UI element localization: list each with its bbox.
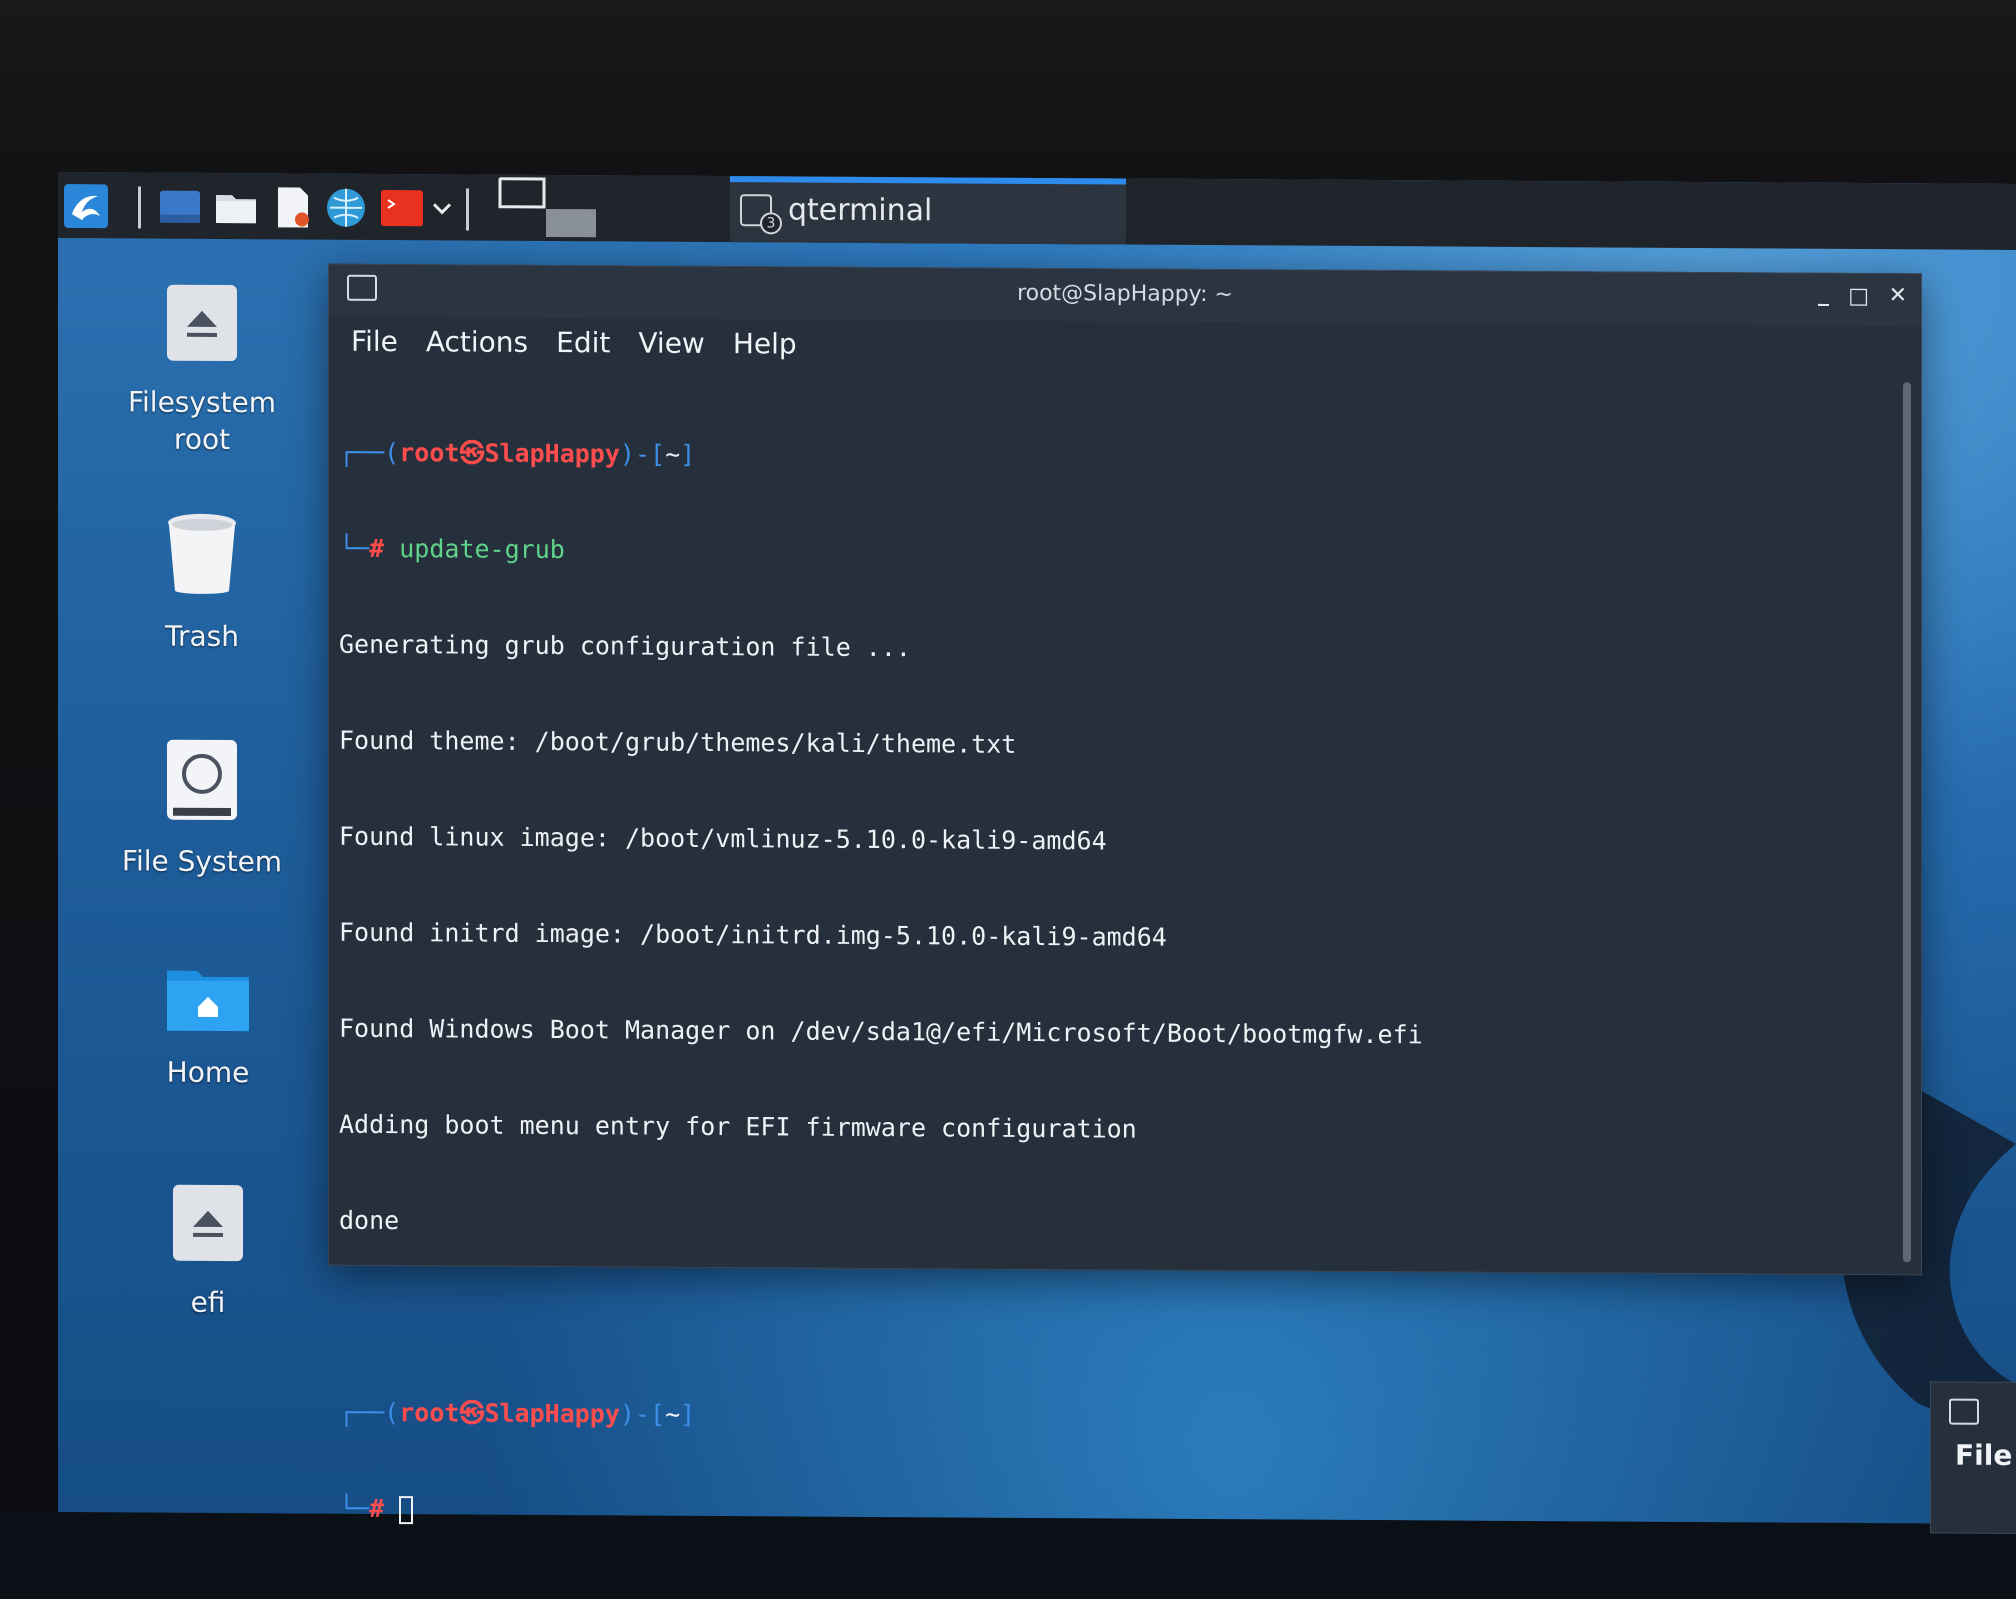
drive-eject-icon <box>173 1184 243 1262</box>
menu-actions[interactable]: Actions <box>426 317 528 368</box>
command-line: └─# <box>339 1493 1891 1534</box>
taskbar-window-qterminal[interactable]: 3 qterminal <box>730 176 1126 245</box>
terminal-window-icon <box>1949 1398 1979 1425</box>
output-line: Found linux image: /boot/vmlinuz-5.10.0-… <box>339 821 1107 856</box>
minimize-icon[interactable]: _ <box>1818 282 1829 307</box>
drive-eject-icon <box>167 284 237 362</box>
terminal-icon[interactable] <box>380 186 424 230</box>
text-editor-icon[interactable] <box>270 185 314 229</box>
terminal-menubar: File Actions Edit View Help <box>343 317 797 370</box>
prompt-host: SlapHappy <box>484 438 620 469</box>
workspace-switcher-icon[interactable] <box>498 177 598 240</box>
kali-menu-icon[interactable] <box>64 184 108 229</box>
terminal-title: root@SlapHappy: ~ <box>1017 280 1233 308</box>
output-line: Found theme: /boot/grub/themes/kali/them… <box>339 725 1017 759</box>
prompt-user: root <box>399 438 460 468</box>
desktop-icon-label: Home <box>166 1055 250 1090</box>
terminal-titlebar[interactable]: root@SlapHappy: ~ _ □ ✕ <box>329 264 1921 327</box>
output-line: Found initrd image: /boot/initrd.img-5.1… <box>339 917 1167 952</box>
command-line: └─# update-grub <box>339 533 565 565</box>
menu-file[interactable]: File <box>1955 1439 2012 1472</box>
output-line: Found Windows Boot Manager on /dev/sda1@… <box>339 1013 1423 1050</box>
taskbar-separator <box>138 186 141 229</box>
output-line: Adding boot menu entry for EFI firmware … <box>339 1109 1137 1144</box>
home-folder-icon <box>167 970 249 1032</box>
close-icon[interactable]: ✕ <box>1889 283 1907 308</box>
menu-help[interactable]: Help <box>733 319 797 369</box>
taskbar: 3 qterminal <box>58 172 2016 250</box>
menu-file[interactable]: File <box>351 317 398 367</box>
desktop-icon-label: efi <box>190 1285 226 1320</box>
prompt-user: root <box>399 1398 460 1428</box>
prompt-line: ┌──(root㉿SlapHappy)-[~] <box>339 1397 696 1429</box>
window-count-badge: 3 <box>760 212 782 235</box>
filesystem-disk-icon <box>167 739 237 821</box>
taskbar-window-title: qterminal <box>788 192 933 229</box>
desktop-icon-label: root <box>173 422 231 457</box>
prompt-host: SlapHappy <box>484 1398 620 1429</box>
prompt-dir: ~ <box>665 1399 681 1429</box>
desktop-icon-file-system[interactable]: File System <box>112 737 292 880</box>
dropdown-chevron-icon[interactable] <box>430 186 454 230</box>
prompt-line: ┌──(root㉿SlapHappy)-[~] <box>339 437 696 469</box>
desktop-icon-label: File System <box>121 844 283 879</box>
desktop-icon-filesystem-root[interactable]: Filesystem root <box>112 282 292 458</box>
prompt-dir: ~ <box>665 439 681 469</box>
trash-icon <box>168 513 236 594</box>
menu-edit[interactable]: Edit <box>556 318 610 368</box>
desktop-icon-label: Trash <box>165 619 239 654</box>
file-manager-icon[interactable] <box>214 185 258 229</box>
desktop-icon-label: Filesystem <box>127 385 277 420</box>
output-line: Generating grub configuration file ... <box>339 629 911 663</box>
desktop-icon-home[interactable]: Home <box>118 962 298 1091</box>
desktop-icon-efi[interactable]: efi <box>118 1182 298 1321</box>
terminal-window[interactable]: root@SlapHappy: ~ _ □ ✕ File Actions Edi… <box>328 263 1922 1525</box>
desktop-screen: 3 qterminal Filesystem root Trash File S… <box>58 172 2016 1534</box>
output-line: done <box>339 1205 400 1236</box>
show-desktop-icon[interactable] <box>158 185 202 229</box>
taskbar-separator <box>466 188 469 231</box>
desktop-icon-trash[interactable]: Trash <box>112 512 292 655</box>
menu-view[interactable]: View <box>638 319 704 369</box>
second-terminal-window[interactable]: File <box>1930 1381 2016 1534</box>
command-text: update-grub <box>399 534 565 565</box>
terminal-output[interactable]: ┌──(root㉿SlapHappy)-[~] └─# update-grub … <box>339 373 1891 1525</box>
web-browser-icon[interactable] <box>324 186 368 230</box>
maximize-icon[interactable]: □ <box>1848 284 1869 309</box>
text-cursor <box>399 1496 414 1525</box>
terminal-scrollbar[interactable] <box>1903 382 1911 1263</box>
